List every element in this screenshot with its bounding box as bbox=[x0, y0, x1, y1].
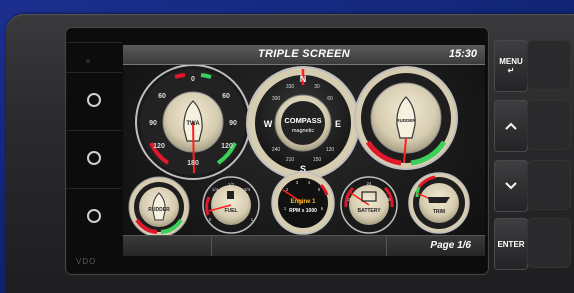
battery-tick: 28 bbox=[385, 197, 391, 202]
side-panel-tile bbox=[527, 40, 571, 90]
soft-key-2[interactable] bbox=[66, 72, 122, 127]
soft-key-4[interactable] bbox=[66, 188, 122, 243]
battery-label: BATTERY bbox=[357, 208, 381, 214]
compass-east: E bbox=[335, 119, 341, 129]
left-soft-keys bbox=[66, 42, 122, 268]
twa-tick-label: 0 bbox=[191, 76, 195, 83]
battery-tick: 24 bbox=[366, 181, 372, 186]
compass-degree: 210 bbox=[286, 157, 295, 163]
menu-button[interactable]: MENU ↵ bbox=[494, 40, 528, 92]
fuel-tick: 3/4 bbox=[244, 187, 251, 192]
battery-gauge[interactable]: 24 20 28 BATTERY bbox=[340, 176, 398, 234]
brand-logo: VDO bbox=[76, 257, 97, 266]
compass-degree: 300 bbox=[272, 96, 281, 102]
twa-tick-label: 60 bbox=[222, 93, 230, 100]
page-title: TRIPLE SCREEN bbox=[258, 48, 350, 60]
twa-tick-label: 180 bbox=[187, 160, 199, 167]
fuel-tick: 1/4 bbox=[212, 187, 219, 192]
twa-tick-label: 120 bbox=[221, 143, 233, 150]
compass-degree: 330 bbox=[286, 84, 295, 90]
fuel-gauge[interactable]: 1/2 1/4 3/4 0 1 FUEL bbox=[202, 176, 260, 234]
side-panel-tile bbox=[527, 100, 571, 150]
compass-degree: 120 bbox=[326, 147, 335, 153]
rudder-angle-gauge[interactable]: RUDDER bbox=[354, 66, 458, 170]
engine-sublabel: RPM x 1000 bbox=[289, 208, 317, 214]
engine-rpm-gauge[interactable]: 1 2 3 4 5 6 Engine 1 RPM x 1000 bbox=[271, 171, 335, 235]
engine-label: Engine 1 bbox=[290, 199, 316, 205]
chevron-up-icon bbox=[505, 122, 517, 130]
trim-gauge[interactable]: TRIM bbox=[408, 172, 470, 234]
footer-soft-key-2[interactable] bbox=[212, 236, 387, 256]
twa-tick-label: 90 bbox=[149, 120, 157, 127]
compass-degree: 60 bbox=[327, 96, 333, 102]
compass-degree: 30 bbox=[314, 84, 320, 90]
twa-gauge[interactable]: 0 60 60 90 90 120 120 180 TWA bbox=[135, 64, 251, 180]
down-button[interactable] bbox=[494, 160, 528, 212]
chevron-down-icon bbox=[505, 182, 517, 190]
side-panel-tile bbox=[527, 218, 571, 268]
compass-degree: 150 bbox=[313, 157, 322, 163]
battery-tick: 20 bbox=[347, 197, 353, 202]
fuel-label: FUEL bbox=[224, 208, 237, 214]
compass-label: COMPASS bbox=[284, 116, 321, 125]
enter-label: ENTER bbox=[497, 239, 525, 249]
up-button[interactable] bbox=[494, 100, 528, 152]
twa-tick-label: 120 bbox=[153, 143, 165, 150]
display-screen: 0 60 60 90 90 120 120 180 TWA N E S W 33… bbox=[123, 45, 485, 256]
compass-degree: 240 bbox=[272, 147, 281, 153]
circle-icon bbox=[87, 93, 101, 107]
footer-soft-key-1[interactable] bbox=[123, 236, 212, 256]
compass-gauge[interactable]: N E S W 330 30 300 60 240 120 210 150 CO… bbox=[246, 66, 360, 180]
gauge-cluster: 0 60 60 90 90 120 120 180 TWA N E S W 33… bbox=[128, 64, 470, 238]
clock: 15:30 bbox=[448, 48, 477, 60]
circle-icon bbox=[87, 151, 101, 165]
footer-bar: Page 1/6 bbox=[123, 235, 485, 256]
compass-sublabel: magnetic bbox=[292, 128, 315, 134]
compass-north: N bbox=[300, 74, 307, 84]
title-bar: TRIPLE SCREEN 15:30 bbox=[123, 45, 485, 65]
trim-label: TRIM bbox=[433, 209, 445, 215]
twa-label: TWA bbox=[186, 121, 200, 127]
twa-tick-label: 90 bbox=[229, 120, 237, 127]
page-indicator: Page 1/6 bbox=[430, 240, 471, 251]
return-icon: ↵ bbox=[507, 66, 515, 75]
twa-tick-label: 60 bbox=[158, 93, 166, 100]
menu-label: MENU bbox=[499, 57, 523, 66]
circle-icon bbox=[87, 209, 101, 223]
compass-west: W bbox=[264, 119, 273, 129]
side-panel bbox=[527, 40, 571, 270]
side-panel-tile bbox=[527, 160, 571, 210]
rudder-small-label: RUDDER bbox=[148, 207, 170, 213]
soft-key-3[interactable] bbox=[66, 130, 122, 185]
fuel-pump-icon bbox=[227, 191, 234, 199]
fuel-tick: 1/2 bbox=[228, 182, 235, 187]
rudder-angle-label: RUDDER bbox=[396, 118, 416, 123]
rudder-small-gauge[interactable]: RUDDER bbox=[128, 176, 190, 238]
enter-button[interactable]: ENTER bbox=[494, 218, 528, 270]
